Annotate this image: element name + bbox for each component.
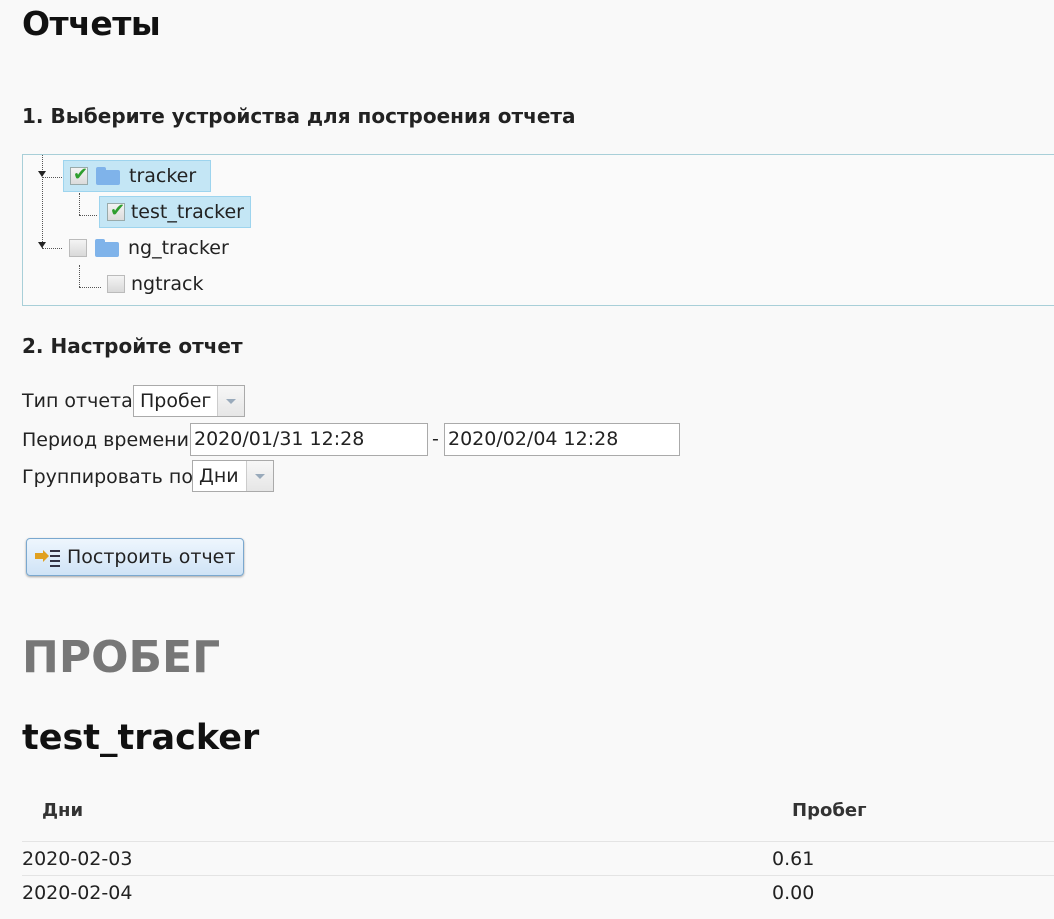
period-label: Период времени — [22, 429, 189, 451]
tree-node-ngtrack[interactable]: ngtrack — [101, 268, 231, 300]
tree-node-label: ng_tracker — [128, 237, 229, 259]
report-type-label: Тип отчета — [22, 390, 133, 412]
cell-day: 2020-02-04 — [22, 882, 133, 904]
cell-mileage: 0.61 — [772, 848, 815, 870]
tree-connector — [42, 248, 62, 249]
build-report-label: Построить отчет — [67, 546, 236, 568]
tree-node-tracker[interactable]: ✔ tracker — [63, 160, 211, 192]
tree-node-label: tracker — [129, 165, 197, 187]
period-to-input[interactable]: 2020/02/04 12:28 — [444, 423, 680, 456]
build-report-button[interactable]: Построить отчет — [26, 538, 244, 576]
tree-connector — [79, 193, 80, 215]
report-title: ПРОБЕГ — [22, 632, 221, 683]
chevron-down-icon[interactable] — [246, 461, 273, 491]
checkmark-icon: ✔ — [110, 200, 126, 221]
tree-connector — [79, 215, 97, 216]
table-row: 2020-02-03 0.61 — [22, 841, 1054, 875]
column-header-mileage: Пробег — [792, 800, 867, 821]
cell-mileage: 0.00 — [772, 882, 815, 904]
period-separator: - — [432, 428, 439, 450]
build-report-icon — [35, 547, 61, 567]
tree-connector — [79, 265, 80, 287]
table-row: 2020-02-04 0.00 — [22, 875, 1054, 909]
tree-node-test-tracker[interactable]: ✔ test_tracker — [99, 196, 251, 228]
tree-node-ng-tracker[interactable]: ng_tracker — [63, 232, 253, 264]
report-type-select[interactable]: Пробег — [133, 385, 245, 417]
page-title: Отчеты — [22, 4, 161, 43]
tree-connector — [79, 287, 101, 288]
checkbox-tracker[interactable]: ✔ — [70, 164, 89, 185]
step1-heading: 1. Выберите устройства для построения от… — [22, 104, 576, 128]
period-from-input[interactable]: 2020/01/31 12:28 — [190, 423, 428, 456]
checkmark-icon: ✔ — [73, 164, 89, 185]
tree-connector — [42, 177, 62, 178]
device-tree: ✔ tracker ✔ test_tracker ng_tracker ngtr… — [22, 154, 1054, 306]
column-header-days: Дни — [42, 800, 84, 821]
tree-connector — [42, 155, 43, 248]
chevron-down-icon[interactable] — [217, 386, 244, 416]
group-by-select[interactable]: Дни — [192, 460, 274, 492]
tree-node-label: test_tracker — [130, 201, 244, 223]
expand-toggle-tracker[interactable] — [38, 171, 46, 177]
tree-node-label: ngtrack — [131, 273, 204, 295]
checkbox-ngtrack[interactable] — [107, 275, 125, 293]
step2-heading: 2. Настройте отчет — [22, 334, 243, 358]
checkbox-test-tracker[interactable]: ✔ — [107, 200, 126, 221]
report-type-value: Пробег — [140, 390, 212, 412]
checkbox-ng-tracker[interactable] — [69, 239, 87, 257]
folder-icon — [95, 239, 119, 257]
group-by-label: Группировать по — [22, 466, 193, 488]
expand-toggle-ng-tracker[interactable] — [38, 242, 46, 248]
cell-day: 2020-02-03 — [22, 848, 133, 870]
report-device-name: test_tracker — [22, 718, 260, 758]
group-by-value: Дни — [199, 465, 239, 487]
folder-icon — [96, 167, 120, 185]
